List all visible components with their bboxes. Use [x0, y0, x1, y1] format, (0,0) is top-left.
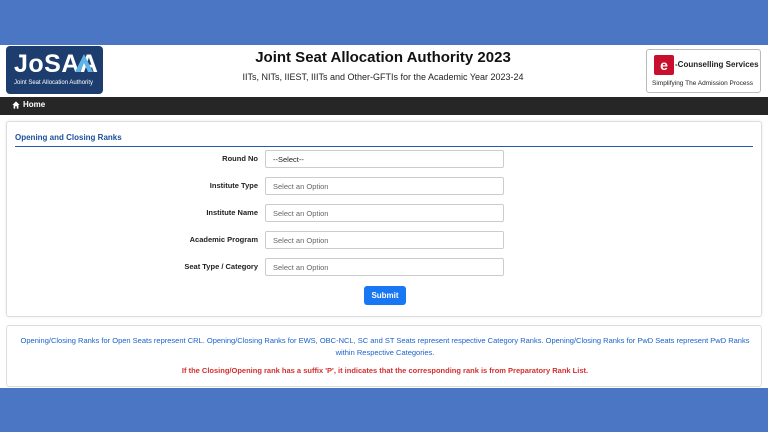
- academic-program-label: Academic Program: [189, 235, 258, 244]
- header: JoSAA Joint Seat Allocation Authority Jo…: [0, 45, 768, 97]
- seat-type-select[interactable]: Select an Option: [265, 258, 504, 276]
- ranks-info-note: Opening/Closing Ranks for Open Seats rep…: [20, 336, 750, 357]
- institute-name-select[interactable]: Select an Option: [265, 204, 504, 222]
- ranks-form-card: Opening and Closing Ranks Round No --Sel…: [6, 121, 762, 317]
- josaa-logo[interactable]: JoSAA Joint Seat Allocation Authority: [6, 46, 103, 94]
- nav-home-label: Home: [23, 100, 46, 109]
- form-row-round-no: Round No --Select--: [7, 150, 763, 168]
- notes-card: Opening/Closing Ranks for Open Seats rep…: [6, 325, 762, 387]
- navbar: Home: [0, 97, 768, 115]
- seat-type-label: Seat Type / Category: [184, 262, 258, 271]
- round-no-select[interactable]: --Select--: [265, 150, 504, 168]
- e-counselling-title: -Counselling Services: [675, 60, 759, 69]
- nav-home-link[interactable]: Home: [12, 100, 45, 109]
- institute-name-label: Institute Name: [206, 208, 258, 217]
- form-row-institute-type: Institute Type Select an Option: [7, 177, 763, 195]
- preparatory-rank-note: If the Closing/Opening rank has a suffix…: [181, 366, 589, 375]
- institute-type-label: Institute Type: [209, 181, 258, 190]
- e-counselling-tagline: Simplifying The Admission Process: [652, 80, 754, 87]
- home-icon: [12, 100, 20, 109]
- arrow-up-icon: [75, 54, 93, 72]
- academic-program-select[interactable]: Select an Option: [265, 231, 504, 249]
- form-row-institute-name: Institute Name Select an Option: [7, 204, 763, 222]
- title-block: Joint Seat Allocation Authority 2023 IIT…: [110, 49, 656, 82]
- e-counselling-mark: e: [654, 55, 674, 75]
- logo-subtext: Joint Seat Allocation Authority: [14, 80, 94, 86]
- form-row-seat-type: Seat Type / Category Select an Option: [7, 258, 763, 276]
- form-row-academic-program: Academic Program Select an Option: [7, 231, 763, 249]
- page-title: Joint Seat Allocation Authority 2023: [255, 49, 511, 66]
- section-title: Opening and Closing Ranks: [15, 133, 122, 142]
- round-no-label: Round No: [222, 154, 258, 163]
- e-counselling-logo[interactable]: e -Counselling Services Simplifying The …: [646, 49, 761, 93]
- submit-button[interactable]: Submit: [364, 286, 406, 305]
- page: JoSAA Joint Seat Allocation Authority Jo…: [0, 45, 768, 388]
- section-divider: [15, 146, 753, 147]
- page-subtitle: IITs, NITs, IIEST, IIITs and Other-GFTIs…: [242, 72, 524, 82]
- institute-type-select[interactable]: Select an Option: [265, 177, 504, 195]
